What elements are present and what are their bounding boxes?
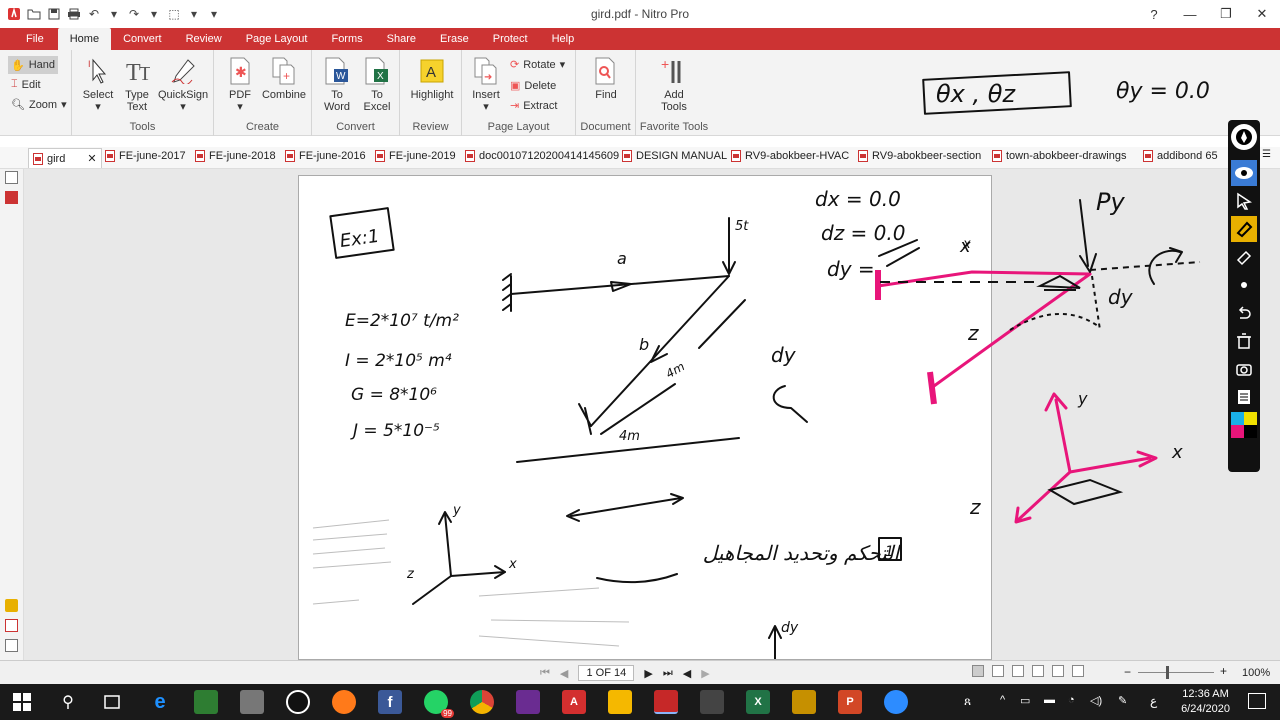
theta-y: θy = 0.0 xyxy=(1116,79,1210,104)
nitro-taskbar-icon[interactable] xyxy=(654,690,678,714)
acrobat-icon[interactable]: A xyxy=(562,690,586,714)
pink-member-x xyxy=(876,270,1092,288)
powerpoint-icon[interactable]: P xyxy=(838,690,862,714)
zoom-slider-handle[interactable] xyxy=(1166,666,1169,679)
chrome-icon[interactable] xyxy=(470,690,494,714)
firefox-icon[interactable] xyxy=(332,690,356,714)
notifications-icon[interactable] xyxy=(1248,693,1266,709)
back-icon[interactable]: ◀ xyxy=(683,667,691,680)
volume-icon[interactable]: ◁) xyxy=(1090,694,1102,707)
task-view-icon[interactable] xyxy=(100,690,124,714)
py-label: Py xyxy=(1096,188,1125,216)
camera-icon[interactable] xyxy=(1231,356,1257,382)
continuous-icon[interactable] xyxy=(992,665,1004,677)
pointer-icon[interactable] xyxy=(1231,188,1257,214)
highlighter-icon[interactable] xyxy=(1231,216,1257,242)
pen-tool-icon[interactable] xyxy=(1231,124,1257,150)
fit-width-icon[interactable] xyxy=(1072,665,1084,677)
screen-annotations: θx , θz θy = 0.0 Py dy x z y x z xyxy=(875,71,1210,524)
first-page-icon[interactable]: ⏮ xyxy=(540,667,550,680)
single-page-icon[interactable] xyxy=(972,665,984,677)
dy-label: dy xyxy=(1108,285,1134,309)
system-clock[interactable]: 12:36 AM 6/24/2020 xyxy=(1181,687,1230,717)
app-icon-green[interactable] xyxy=(194,690,218,714)
whatsapp-icon[interactable]: 99 xyxy=(424,690,454,718)
color-palette-icon[interactable] xyxy=(1231,412,1257,438)
network-icon[interactable]: ▭ xyxy=(1020,694,1030,707)
battery-icon[interactable]: ▬ xyxy=(1044,694,1055,706)
windows-start-icon[interactable] xyxy=(10,690,34,714)
y-label-pink: y xyxy=(1077,389,1088,408)
x-label: x xyxy=(959,236,971,257)
screen-annotation-toolbar xyxy=(1228,120,1260,472)
last-page-icon[interactable]: ⏭ xyxy=(663,667,673,680)
search-icon[interactable]: ⚲ xyxy=(56,690,80,714)
next-page-icon[interactable]: ▶ xyxy=(644,667,652,680)
zoom-in-button[interactable]: + xyxy=(1220,664,1227,678)
wifi-icon[interactable]: ◔ xyxy=(1068,694,1075,706)
zoom-slider[interactable] xyxy=(1138,672,1214,673)
edge-icon[interactable]: e xyxy=(148,690,172,714)
x-label-pink: x xyxy=(1171,442,1183,463)
file-explorer-icon[interactable] xyxy=(608,690,632,714)
z-label-pink: z xyxy=(969,495,981,519)
zoom-out-button[interactable]: − xyxy=(1124,665,1131,679)
theta-xz: θx , θz xyxy=(936,80,1016,108)
facebook-icon[interactable]: f xyxy=(378,690,402,714)
facing-continuous-icon[interactable] xyxy=(1032,665,1044,677)
tray-chevron-icon[interactable]: ^ xyxy=(1000,694,1005,706)
whiteboard-icon[interactable] xyxy=(1231,384,1257,410)
visibility-icon[interactable] xyxy=(1231,160,1257,186)
app-icon-gray[interactable] xyxy=(240,690,264,714)
facing-icon[interactable] xyxy=(1012,665,1024,677)
page-indicator[interactable]: 1 OF 14 xyxy=(578,665,635,681)
pen-app-icon[interactable] xyxy=(286,690,310,714)
forward-icon[interactable]: ▶ xyxy=(701,667,709,680)
dot-size-icon[interactable] xyxy=(1231,272,1257,298)
zoom-app-icon[interactable] xyxy=(884,690,908,714)
pen-tray-icon[interactable]: ✎ xyxy=(1118,694,1127,707)
trash-icon[interactable] xyxy=(1231,328,1257,354)
app-icon-purple[interactable] xyxy=(516,690,540,714)
status-bar: ⏮ ◀ 1 OF 14 ▶ ⏭ ◀ ▶ − + 100% xyxy=(0,660,1280,684)
people-icon[interactable]: ጸ xyxy=(964,694,971,709)
fit-page-icon[interactable] xyxy=(1052,665,1064,677)
language-indicator[interactable]: ع xyxy=(1150,694,1157,708)
eraser-icon[interactable] xyxy=(1231,244,1257,270)
z-label: z xyxy=(967,321,979,345)
view-mode-buttons xyxy=(972,665,1084,677)
previous-page-icon[interactable]: ◀ xyxy=(560,667,568,680)
excel-icon[interactable]: X xyxy=(746,690,770,714)
app-icon-dark[interactable] xyxy=(700,690,724,714)
page-navigation: ⏮ ◀ 1 OF 14 ▶ ⏭ ◀ ▶ xyxy=(540,665,710,681)
app-icon-gold[interactable] xyxy=(792,690,816,714)
whatsapp-badge: 99 xyxy=(441,709,454,718)
undo-annotation-icon[interactable] xyxy=(1231,300,1257,326)
zoom-level[interactable]: 100% xyxy=(1242,667,1270,679)
windows-taskbar: ⚲ e f 99 A X P ጸ ^ ▭ ▬ ◔ ◁) ✎ ع 12:36 AM… xyxy=(0,684,1280,720)
